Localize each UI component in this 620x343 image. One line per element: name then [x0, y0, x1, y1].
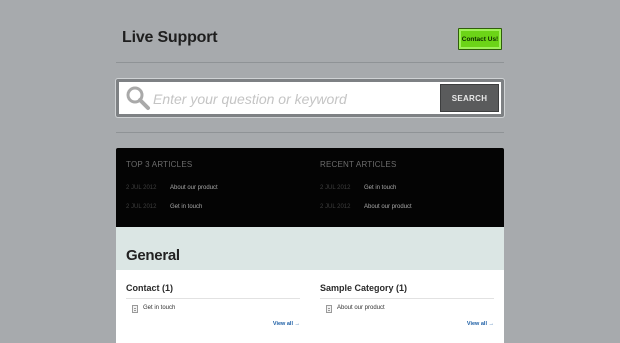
article-link[interactable]: Get in touch	[364, 185, 396, 191]
document-icon	[132, 305, 138, 313]
view-all-link[interactable]: View all →	[467, 321, 494, 327]
articles-panel: TOP 3 ARTICLES 2 JUL 2012 About our prod…	[116, 148, 504, 227]
search-bar: SEARCH	[116, 79, 504, 117]
category-title[interactable]: Sample Category (1)	[320, 283, 407, 293]
search-input[interactable]	[153, 88, 435, 110]
site-header: Live Support Contact Us!	[116, 0, 504, 63]
divider	[116, 132, 504, 133]
recent-articles-title: RECENT ARTICLES	[320, 160, 397, 169]
article-link[interactable]: About our product	[170, 185, 218, 191]
category-title[interactable]: Contact (1)	[126, 283, 173, 293]
view-all-link[interactable]: View all →	[273, 321, 300, 327]
section-title: General	[126, 247, 180, 264]
brand-title: Live Support	[122, 29, 218, 46]
category-article-label[interactable]: About our product	[337, 305, 385, 311]
search-button[interactable]: SEARCH	[440, 84, 499, 112]
search-icon	[126, 86, 150, 110]
contact-us-button[interactable]: Contact Us!	[458, 28, 502, 50]
article-date: 2 JUL 2012	[320, 185, 351, 191]
category-article-label[interactable]: Get in touch	[143, 305, 175, 311]
document-icon	[326, 305, 332, 313]
category-divider	[126, 298, 300, 299]
article-date: 2 JUL 2012	[126, 204, 157, 210]
article-link[interactable]: Get in touch	[170, 204, 202, 210]
article-date: 2 JUL 2012	[126, 185, 157, 191]
top-articles-title: TOP 3 ARTICLES	[126, 160, 193, 169]
main-content: General Contact (1) Get in touch View al…	[116, 227, 504, 343]
category-divider	[320, 298, 494, 299]
article-date: 2 JUL 2012	[320, 204, 351, 210]
article-link[interactable]: About our product	[364, 204, 412, 210]
section-header: General	[116, 227, 504, 270]
